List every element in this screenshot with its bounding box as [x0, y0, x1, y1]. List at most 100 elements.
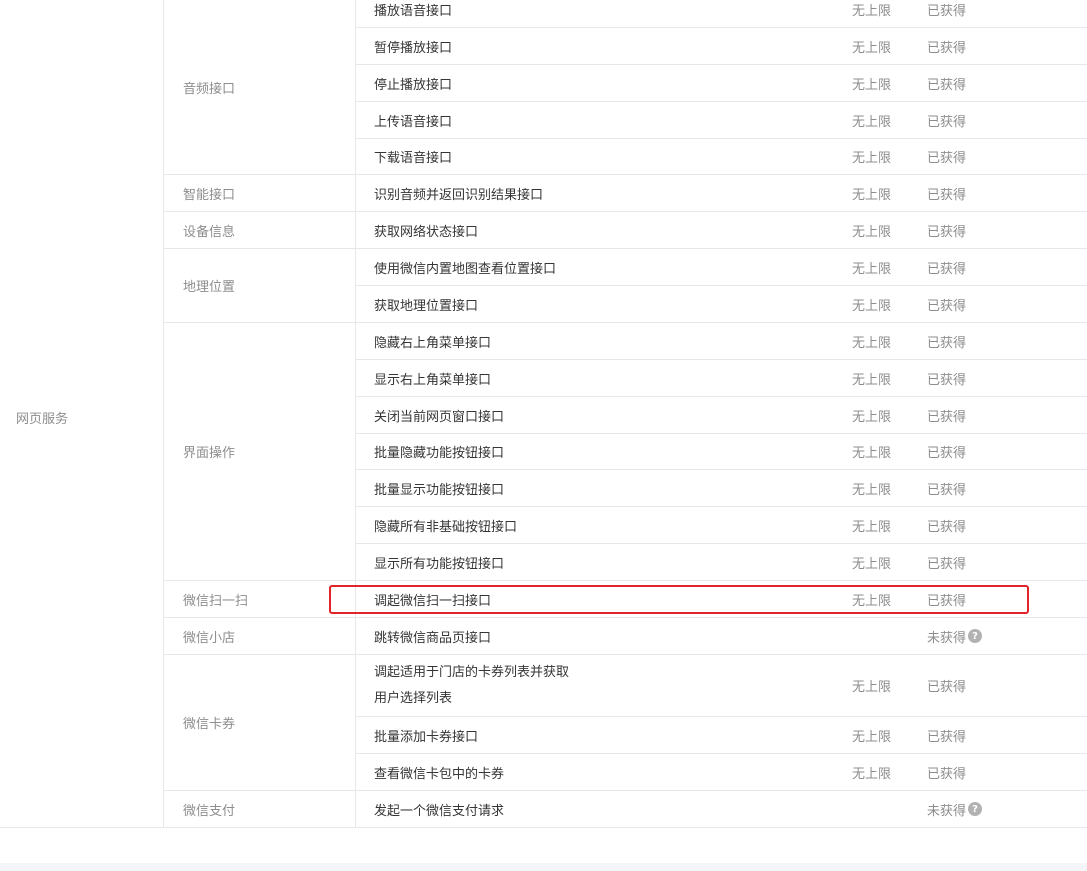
permission-status: 已获得	[913, 175, 1087, 212]
permission-status: 未获得?	[913, 791, 1087, 828]
api-name-text: 调起微信扫一扫接口	[374, 593, 492, 609]
api-name: 暂停播放接口	[356, 28, 833, 65]
permission-status: 已获得	[913, 581, 1087, 618]
api-name-text: 暂停播放接口	[374, 40, 453, 56]
api-name-text: 隐藏右上角菜单接口	[374, 335, 492, 351]
permission-status: 已获得	[913, 717, 1087, 754]
group-label: 地理位置	[164, 249, 356, 323]
api-name-text: 显示右上角菜单接口	[374, 372, 492, 388]
api-name: 使用微信内置地图查看位置接口	[356, 249, 833, 286]
api-name: 关闭当前网页窗口接口	[356, 397, 833, 434]
api-name: 调起适用于门店的卡券列表并获取用户选择列表	[356, 655, 833, 717]
api-name: 隐藏所有非基础按钮接口	[356, 507, 833, 544]
group-label: 智能接口	[164, 175, 356, 212]
group-label: 微信小店	[164, 618, 356, 655]
api-name: 停止播放接口	[356, 65, 833, 102]
status-text: 已获得	[927, 114, 967, 130]
permission-status: 已获得	[913, 139, 1087, 175]
api-name-text: 播放语音接口	[374, 3, 453, 19]
permission-status: 已获得	[913, 360, 1087, 397]
usage-limit: 无上限	[833, 65, 913, 102]
status-text: 已获得	[927, 261, 967, 277]
api-name-text: 使用微信内置地图查看位置接口	[374, 261, 557, 277]
usage-limit: 无上限	[833, 175, 913, 212]
usage-limit: 无上限	[833, 507, 913, 544]
usage-limit: 无上限	[833, 139, 913, 175]
usage-limit: 无上限	[833, 360, 913, 397]
api-name-text: 关闭当前网页窗口接口	[374, 409, 505, 425]
usage-limit: 无上限	[833, 544, 913, 581]
question-mark-icon[interactable]: ?	[968, 629, 983, 643]
status-text: 已获得	[927, 482, 967, 498]
usage-limit: 无上限	[833, 397, 913, 434]
api-name-text: 批量添加卡券接口	[374, 729, 479, 745]
status-text: 已获得	[927, 409, 967, 425]
group-label: 界面操作	[164, 323, 356, 581]
permission-status: 已获得	[913, 397, 1087, 434]
permission-status: 已获得	[913, 28, 1087, 65]
status-text: 未获得	[927, 803, 967, 819]
api-name-text: 批量隐藏功能按钮接口	[374, 446, 505, 461]
api-name: 获取网络状态接口	[356, 212, 833, 249]
api-name-text: 下载语音接口	[374, 151, 453, 166]
group-label: 微信支付	[164, 791, 356, 828]
api-name: 显示所有功能按钮接口	[356, 544, 833, 581]
api-name: 上传语音接口	[356, 102, 833, 139]
status-text: 已获得	[927, 729, 967, 745]
status-text: 已获得	[927, 40, 967, 56]
service-name: 网页服务	[0, 0, 164, 828]
status-text: 已获得	[927, 556, 967, 572]
usage-limit: 无上限	[833, 249, 913, 286]
status-text: 已获得	[927, 372, 967, 388]
status-text: 已获得	[927, 3, 967, 19]
status-text: 已获得	[927, 446, 967, 461]
permission-status: 已获得	[913, 286, 1087, 323]
permission-status: 已获得	[913, 470, 1087, 507]
usage-limit: 无上限	[833, 655, 913, 717]
permission-status: 已获得	[913, 65, 1087, 102]
api-name: 获取地理位置接口	[356, 286, 833, 323]
question-mark-icon[interactable]: ?	[968, 802, 983, 816]
permission-status: 已获得	[913, 249, 1087, 286]
permission-status: 已获得	[913, 655, 1087, 717]
api-name: 发起一个微信支付请求	[356, 791, 833, 828]
api-name-text: 获取地理位置接口	[374, 298, 479, 314]
api-name: 批量添加卡券接口	[356, 717, 833, 754]
api-name: 批量显示功能按钮接口	[356, 470, 833, 507]
group-label: 微信扫一扫	[164, 581, 356, 618]
group-label: 微信卡券	[164, 655, 356, 791]
api-name-text: 调起适用于门店的卡券列表并获取用户选择列表	[374, 664, 570, 706]
api-name-text: 识别音频并返回识别结果接口	[374, 187, 544, 203]
group-label: 音频接口	[164, 0, 356, 175]
api-name-text: 隐藏所有非基础按钮接口	[374, 519, 518, 535]
api-name: 调起微信扫一扫接口	[356, 581, 833, 618]
permission-status: 已获得	[913, 434, 1087, 470]
api-name: 隐藏右上角菜单接口	[356, 323, 833, 360]
api-name-text: 跳转微信商品页接口	[374, 630, 492, 646]
status-text: 已获得	[927, 680, 967, 695]
api-permission-table: 网页服务 音频接口 智能接口 设备信息 地理位置 界面操作 微信扫一扫 微信小店 微信卡券 微信…	[0, 0, 1087, 828]
api-name-text: 发起一个微信支付请求	[374, 803, 505, 819]
status-text: 已获得	[927, 766, 967, 782]
api-name: 下载语音接口	[356, 139, 833, 175]
permission-status: 已获得	[913, 544, 1087, 581]
usage-limit: 无上限	[833, 286, 913, 323]
api-name: 跳转微信商品页接口	[356, 618, 833, 655]
status-text: 未获得	[927, 630, 967, 646]
status-text: 已获得	[927, 298, 967, 314]
api-name: 显示右上角菜单接口	[356, 360, 833, 397]
permission-status: 已获得	[913, 212, 1087, 249]
usage-limit: 无上限	[833, 0, 913, 28]
permission-status: 未获得?	[913, 618, 1087, 655]
permission-status: 已获得	[913, 754, 1087, 791]
api-name-text: 批量显示功能按钮接口	[374, 482, 505, 498]
status-text: 已获得	[927, 519, 967, 535]
usage-limit	[833, 791, 913, 828]
group-label: 设备信息	[164, 212, 356, 249]
usage-limit: 无上限	[833, 581, 913, 618]
status-text: 已获得	[927, 224, 967, 240]
api-name-text: 停止播放接口	[374, 77, 453, 93]
status-text: 已获得	[927, 335, 967, 351]
usage-limit: 无上限	[833, 717, 913, 754]
usage-limit: 无上限	[833, 470, 913, 507]
